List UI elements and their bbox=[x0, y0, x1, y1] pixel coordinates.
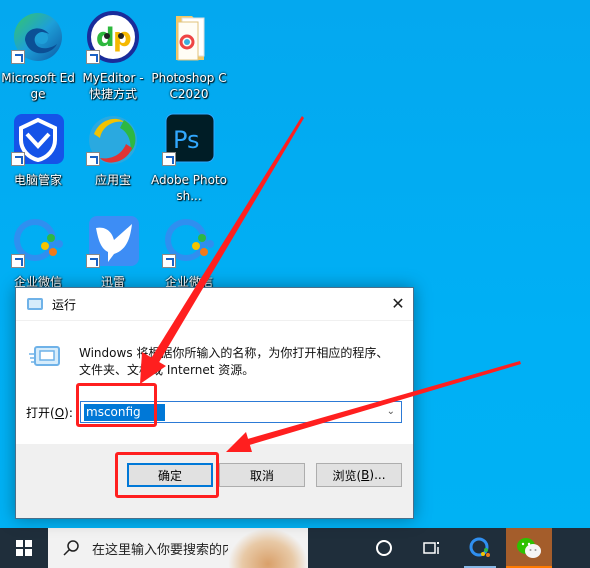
run-icon bbox=[27, 298, 43, 310]
windows-logo-icon bbox=[16, 540, 32, 556]
taskbar: 在这里输入你要搜索的内容 bbox=[0, 528, 590, 568]
desktop-icon-label: Microsoft Edge bbox=[1, 71, 75, 101]
desktop-icon-label: Adobe Photosh... bbox=[151, 173, 228, 203]
taskbar-app-wechat[interactable] bbox=[506, 528, 552, 568]
wechat-icon bbox=[517, 538, 541, 558]
dialog-titlebar[interactable]: 运行 ✕ bbox=[16, 288, 413, 320]
open-combobox[interactable]: ⌄ bbox=[80, 401, 402, 423]
shortcut-arrow-icon bbox=[86, 152, 100, 166]
search-icon bbox=[62, 539, 80, 557]
xunlei-icon bbox=[86, 214, 140, 268]
dialog-description: Windows 将根据你所输入的名称，为你打开相应的程序、文件夹、文档或 Int… bbox=[79, 346, 389, 377]
wecom-icon bbox=[469, 537, 490, 557]
shortcut-arrow-icon bbox=[86, 50, 100, 64]
close-button[interactable]: ✕ bbox=[383, 288, 413, 318]
shortcut-arrow-icon bbox=[11, 254, 25, 268]
photoshop-icon: Ps bbox=[162, 112, 216, 166]
desktop-icon-label: 电脑管家 bbox=[13, 173, 62, 187]
myeditor-icon: d p bbox=[86, 10, 140, 64]
taskbar-app-wecom[interactable] bbox=[456, 528, 504, 568]
wecom-icon bbox=[162, 214, 216, 268]
shortcut-arrow-icon bbox=[11, 152, 25, 166]
shortcut-arrow-icon bbox=[86, 254, 100, 268]
desktop-icon-yingyongbao[interactable]: 应用宝 bbox=[75, 112, 151, 188]
desktop-icon-label: 应用宝 bbox=[94, 173, 131, 187]
dialog-footer: 确定 取消 浏览(B)... bbox=[16, 444, 413, 518]
desktop-icon-edge[interactable]: Microsoft Edge bbox=[0, 10, 76, 102]
svg-text:Ps: Ps bbox=[173, 126, 200, 154]
open-input[interactable] bbox=[84, 403, 165, 421]
shortcut-arrow-icon bbox=[11, 50, 25, 64]
taskbar-search-box[interactable]: 在这里输入你要搜索的内容 bbox=[48, 528, 308, 568]
folder-icon bbox=[162, 10, 216, 64]
run-program-icon bbox=[29, 345, 60, 367]
desktop-icon-adobe-photoshop[interactable]: Ps Adobe Photosh... bbox=[151, 112, 227, 204]
run-dialog: 运行 ✕ Windows 将根据你所输入的名称，为你打开相应的程序、文件夹、文档… bbox=[15, 287, 414, 519]
desktop-icon-wecom-2[interactable]: 企业微信 bbox=[151, 214, 227, 290]
desktop-icon-myeditor[interactable]: d p MyEditor - 快捷方式 bbox=[75, 10, 151, 102]
desktop-icon-photoshop-folder[interactable]: Photoshop CC2020 bbox=[151, 10, 227, 102]
shortcut-arrow-icon bbox=[162, 254, 176, 268]
cortana-icon bbox=[376, 540, 392, 556]
close-icon: ✕ bbox=[391, 293, 405, 313]
search-placeholder: 在这里输入你要搜索的内容 bbox=[92, 542, 249, 558]
open-label: 打开(O): bbox=[26, 405, 73, 420]
desktop-icon-pc-manager[interactable]: 电脑管家 bbox=[0, 112, 76, 188]
dialog-title: 运行 bbox=[52, 297, 77, 312]
cancel-button[interactable]: 取消 bbox=[219, 463, 305, 487]
desktop-icon-xunlei[interactable]: 迅雷 bbox=[75, 214, 151, 290]
browse-button[interactable]: 浏览(B)... bbox=[316, 463, 402, 487]
wecom-icon bbox=[11, 214, 65, 268]
task-view-icon bbox=[423, 542, 439, 554]
task-view-button[interactable] bbox=[408, 528, 456, 568]
search-highlight-illustration bbox=[228, 528, 308, 568]
ok-button[interactable]: 确定 bbox=[127, 463, 213, 487]
edge-icon bbox=[11, 10, 65, 64]
desktop-icon-label: MyEditor - 快捷方式 bbox=[82, 71, 144, 101]
cortana-button[interactable] bbox=[360, 528, 408, 568]
desktop-icon-label: Photoshop CC2020 bbox=[151, 71, 227, 101]
yingyongbao-icon bbox=[86, 112, 140, 166]
shortcut-arrow-icon bbox=[162, 152, 176, 166]
tencent-pc-manager-icon bbox=[11, 112, 65, 166]
desktop-icon-wecom[interactable]: 企业微信 bbox=[0, 214, 76, 290]
start-button[interactable] bbox=[0, 528, 48, 568]
chevron-down-icon[interactable]: ⌄ bbox=[387, 406, 395, 417]
